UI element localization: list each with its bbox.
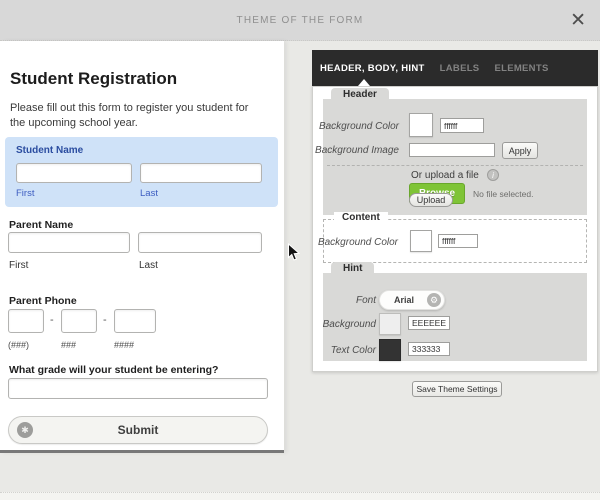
font-label: Font	[356, 295, 376, 306]
theme-dialog: THEME OF THE FORM ✕ Student Registration…	[0, 0, 600, 500]
apply-button[interactable]: Apply	[502, 142, 538, 159]
grade-input[interactable]	[8, 378, 268, 399]
hint-background-input[interactable]	[408, 316, 450, 330]
phone-line-input[interactable]	[114, 309, 156, 333]
phone-prefix-hint: ###	[61, 340, 76, 350]
tab-labels[interactable]: LABELS	[440, 63, 480, 74]
close-icon[interactable]: ✕	[570, 9, 586, 32]
form-description: Please fill out this form to register yo…	[10, 101, 262, 132]
dialog-title: THEME OF THE FORM	[0, 0, 600, 41]
phone-area-hint: (###)	[8, 340, 29, 350]
grade-question-label: What grade will your student be entering…	[9, 364, 218, 376]
form-preview: Student Registration Please fill out thi…	[0, 41, 284, 453]
dialog-header: THEME OF THE FORM ✕	[0, 0, 600, 41]
phone-separator: -	[50, 314, 54, 326]
upload-button[interactable]: Upload	[409, 193, 453, 207]
submit-gear-icon: ✱	[17, 422, 33, 438]
student-name-label: Student Name	[16, 145, 83, 156]
phone-separator: -	[103, 314, 107, 326]
content-section: Content Background Color	[323, 219, 587, 263]
header-bg-image-input[interactable]	[409, 143, 495, 157]
parent-name-label: Parent Name	[9, 219, 73, 231]
save-theme-settings-button[interactable]: Save Theme Settings	[412, 381, 502, 397]
student-name-field[interactable]: Student Name First Last	[5, 137, 278, 207]
header-bg-color-input[interactable]	[440, 118, 484, 133]
font-value: Arial	[394, 291, 414, 310]
student-first-input[interactable]	[16, 163, 132, 183]
phone-prefix-input[interactable]	[61, 309, 97, 333]
parent-phone-label: Parent Phone	[9, 295, 77, 307]
parent-first-input[interactable]	[8, 232, 130, 253]
hint-section-title: Hint	[331, 262, 374, 276]
hint-background-label: Background	[323, 319, 376, 330]
no-file-selected-text: No file selected.	[473, 189, 533, 199]
hint-section: Hint Font Arial ⚙ Background Text Color	[323, 273, 587, 361]
submit-label: Submit	[118, 423, 159, 437]
font-gear-icon: ⚙	[427, 293, 441, 307]
or-upload-label: Or upload a file	[411, 170, 479, 181]
parent-last-sublabel: Last	[139, 260, 158, 271]
content-bg-color-input[interactable]	[438, 234, 478, 248]
content-bg-color-swatch[interactable]	[410, 230, 432, 252]
student-last-sublabel: Last	[140, 188, 158, 199]
page-footer-strip	[0, 492, 600, 500]
student-last-input[interactable]	[140, 163, 262, 183]
header-bg-image-label: Background Image	[315, 145, 399, 156]
mouse-cursor-icon	[287, 243, 300, 262]
parent-last-input[interactable]	[138, 232, 262, 253]
parent-first-sublabel: First	[9, 260, 28, 271]
phone-area-input[interactable]	[8, 309, 44, 333]
submit-button[interactable]: ✱ Submit	[8, 416, 268, 444]
header-bg-color-label: Background Color	[319, 121, 399, 132]
student-first-sublabel: First	[16, 188, 34, 199]
content-bg-color-label: Background Color	[318, 237, 398, 248]
divider	[327, 165, 583, 166]
tab-header-body-hint[interactable]: HEADER, BODY, HINT	[320, 63, 425, 74]
theme-settings-panel: Header Background Color Background Image…	[312, 86, 598, 372]
hint-text-color-label: Text Color	[331, 345, 376, 356]
form-title: Student Registration	[10, 69, 177, 89]
hint-text-color-swatch[interactable]	[379, 339, 401, 361]
phone-line-hint: ####	[114, 340, 134, 350]
hint-background-swatch[interactable]	[379, 313, 401, 335]
content-section-title: Content	[334, 212, 388, 223]
theme-tabbar: HEADER, BODY, HINT LABELS ELEMENTS	[312, 50, 598, 86]
header-section: Header Background Color Background Image…	[323, 99, 587, 215]
tab-elements[interactable]: ELEMENTS	[494, 63, 548, 74]
active-tab-caret	[358, 79, 370, 86]
hint-text-color-input[interactable]	[408, 342, 450, 356]
font-select[interactable]: Arial ⚙	[379, 290, 445, 310]
header-bg-color-swatch[interactable]	[409, 113, 433, 137]
info-icon[interactable]: i	[487, 169, 499, 181]
header-section-title: Header	[331, 88, 389, 102]
